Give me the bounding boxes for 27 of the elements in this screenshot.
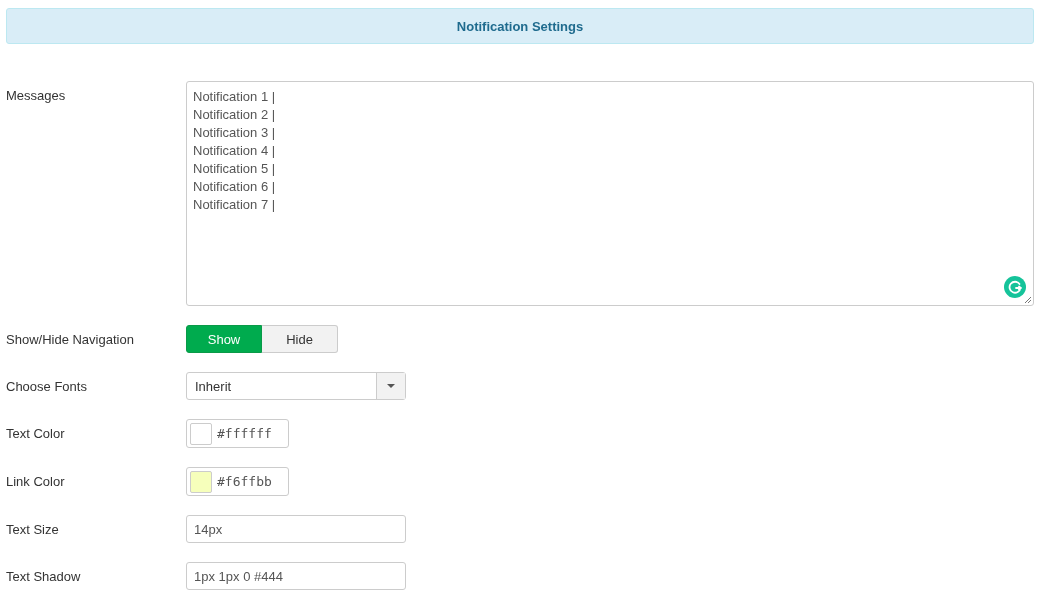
caret-icon [387,384,395,388]
messages-textarea[interactable]: Notification 1 | Notification 2 | Notification 3 | Notification 4 | Notification 5 | Notification 6 | Notification 7 | [186,81,1034,306]
resize-handle-icon[interactable] [1024,296,1032,304]
field-label: Link Color [6,474,66,489]
message-line: Notification 4 | [193,142,277,160]
field-label: Messages [6,87,67,103]
field-label: Show/Hide Navigation [6,331,135,347]
font-select[interactable]: Inherit [186,372,406,400]
color-field[interactable]: #ffffff [186,419,289,448]
field-label: Choose Fonts [6,378,88,394]
field-label: Text Shadow [6,568,82,584]
toggle-button[interactable]: Hide [262,325,338,353]
input-field[interactable]: 1px 1px 0 #444 [186,562,406,590]
field-label: Text Color [6,426,66,441]
section-header: Notification Settings [6,8,1034,44]
field-label: Text Size [6,521,60,537]
message-line: Notification 7 | [193,196,277,214]
message-line: Notification 3 | [193,124,277,142]
message-line: Notification 2 | [193,106,277,124]
color-swatch[interactable] [190,422,212,445]
input-field[interactable]: 14px [186,515,406,543]
message-line: Notification 1 | [193,88,277,106]
color-field[interactable]: #f6ffbb [186,467,289,496]
message-line: Notification 6 | [193,178,277,196]
grammar-check-icon[interactable] [1004,276,1026,298]
message-line: Notification 5 | [193,160,277,178]
color-swatch[interactable] [190,470,212,493]
